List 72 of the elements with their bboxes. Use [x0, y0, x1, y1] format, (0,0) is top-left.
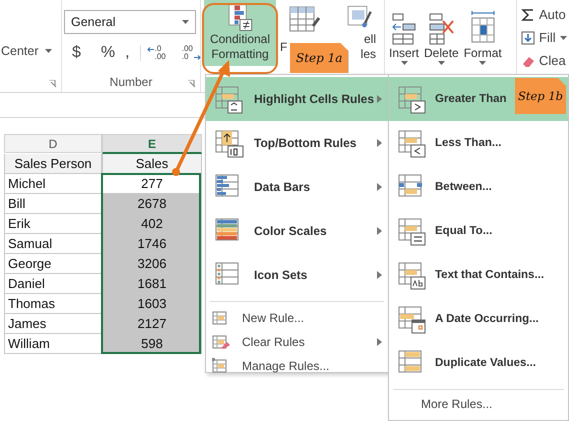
right-arrow-icon: [194, 55, 201, 60]
menu-item[interactable]: Equal To...: [389, 209, 568, 253]
table-cell: 1681: [102, 274, 202, 294]
table-cell: Thomas: [4, 294, 102, 314]
table-cell: William: [4, 334, 102, 354]
dialog-launcher-icon[interactable]: [49, 80, 57, 88]
table-cell: 1746: [102, 234, 202, 254]
sum-icon: [521, 8, 535, 22]
step-tooltip: Step 1b: [515, 78, 566, 114]
menu-item[interactable]: Manage Rules...: [206, 354, 388, 378]
menu-item[interactable]: Text that Contains...: [389, 253, 568, 297]
less-than-icon: [397, 128, 427, 158]
left-arrow-icon: [146, 47, 154, 52]
decimal-button[interactable]: .00 .0: [176, 45, 201, 61]
number-format-button[interactable]: %: [100, 44, 116, 62]
step-tooltip: Step 1a: [290, 43, 348, 73]
menu-item[interactable]: Duplicate Values...: [389, 341, 568, 385]
table-cell: Michel: [4, 174, 102, 194]
menu-item[interactable]: Top/Bottom Rules: [206, 121, 388, 165]
highlight-rules-icon: [214, 84, 244, 114]
ribbon-button[interactable]: Insert: [387, 6, 422, 72]
editing-button[interactable]: Clea: [517, 49, 569, 72]
number-format-button[interactable]: $: [72, 44, 81, 62]
menu-item[interactable]: Color Scales: [206, 209, 388, 253]
table-cell: James: [4, 314, 102, 334]
menu-item[interactable]: Between...: [389, 165, 568, 209]
eraser-icon: [212, 334, 230, 350]
table-cell: 3206: [102, 254, 202, 274]
number-format-dropdown[interactable]: General: [64, 10, 196, 34]
menu-item[interactable]: Icon Sets: [206, 253, 388, 297]
table-cell: 2127: [102, 314, 202, 334]
top-bottom-icon: [214, 128, 244, 158]
table-cell: 402: [102, 214, 202, 234]
table-cell: George: [4, 254, 102, 274]
table-cell: Erik: [4, 214, 102, 234]
menu-item[interactable]: Less Than...: [389, 121, 568, 165]
column-header[interactable]: D: [4, 134, 102, 153]
number-format-button[interactable]: ,: [125, 44, 130, 62]
caret-icon: [560, 36, 567, 40]
caret-icon: [438, 61, 445, 65]
menu-item[interactable]: A Date Occurring...: [389, 297, 568, 341]
table-cell: 1603: [102, 294, 202, 314]
greater-than-icon: [397, 84, 427, 114]
group-label: Number: [108, 75, 154, 89]
header-cell: Sales: [102, 154, 202, 174]
header-cell: Sales Person: [4, 154, 102, 174]
menu-item[interactable]: Clear Rules: [206, 330, 388, 354]
ribbon-button[interactable]: Format: [462, 6, 504, 72]
table-cell: Daniel: [4, 274, 102, 294]
menu-item[interactable]: More Rules...: [389, 394, 568, 414]
dialog-launcher-icon[interactable]: [188, 80, 196, 88]
table-cell: Bill: [4, 194, 102, 214]
merge-center-button[interactable]: Center: [1, 44, 39, 58]
calendar-icon: [397, 304, 427, 334]
ribbon-button[interactable]: Delete: [422, 6, 461, 72]
decimal-button[interactable]: .0 .00: [140, 45, 166, 61]
menu-item[interactable]: Highlight Cells Rules: [206, 77, 388, 121]
ribbon-button[interactable]: Conditional Formatting: [204, 0, 276, 66]
text-contains-icon: [397, 260, 427, 290]
editing-button[interactable]: Auto: [517, 3, 569, 26]
caret-icon: [400, 61, 408, 65]
menu-item[interactable]: Data Bars: [206, 165, 388, 209]
editing-button[interactable]: Fill: [517, 26, 569, 49]
column-header[interactable]: E: [102, 134, 202, 154]
caret-icon: [44, 49, 52, 53]
menu-item[interactable]: New Rule...: [206, 306, 388, 330]
equal-to-icon: [397, 216, 427, 246]
fill-down-icon: [521, 30, 535, 44]
caret-icon: [479, 61, 486, 65]
caret-icon: [182, 20, 189, 24]
table-cell: Samual: [4, 234, 102, 254]
table-cell: 2678: [102, 194, 202, 214]
